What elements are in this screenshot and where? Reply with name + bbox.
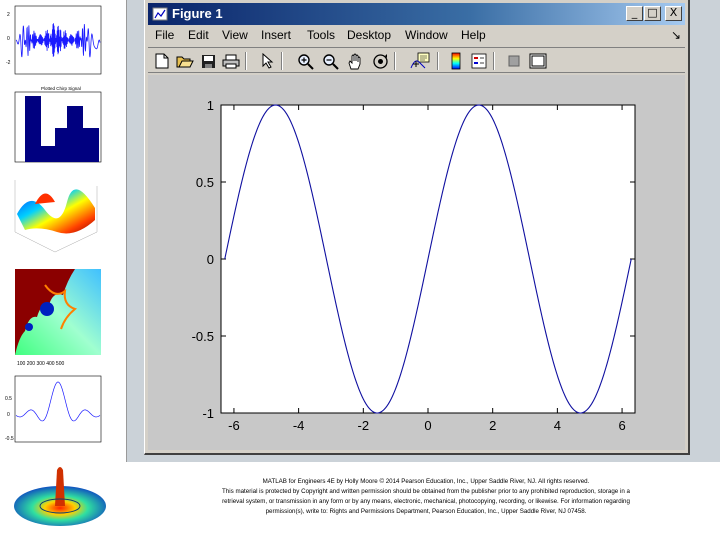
- figure-window: Figure 1 _ □ X File Edit View Insert Too…: [144, 0, 690, 455]
- thumbnail-3d-sombrero: [10, 462, 110, 532]
- save-icon[interactable]: [198, 51, 218, 71]
- thumbnail-fractal-image: 100 200 300 400 500: [5, 265, 105, 370]
- toolbar-separator: [493, 52, 495, 70]
- svg-text:0: 0: [7, 412, 10, 418]
- y-tick-label: -0.5: [192, 329, 214, 344]
- dock-figure-icon[interactable]: ↘: [671, 28, 681, 42]
- edit-plot-arrow-icon[interactable]: [258, 51, 278, 71]
- y-tick-label: 1: [207, 98, 214, 113]
- x-tick-label: -6: [228, 418, 240, 433]
- svg-text:100 200 300 400 500: 100 200 300 400 500: [17, 361, 64, 367]
- caption-line: MATLAB for Engineers 4E by Holly Moore ©…: [262, 478, 590, 485]
- insert-colorbar-icon[interactable]: [446, 51, 466, 71]
- menu-desktop[interactable]: Desktop: [347, 28, 391, 42]
- thumbnail-strip: 2 0 -2 Plotted Chirp Signal 100 200 300 …: [0, 0, 110, 540]
- maximize-button[interactable]: □: [644, 6, 661, 21]
- new-figure-icon[interactable]: [152, 51, 172, 71]
- svg-text:-0.5: -0.5: [5, 436, 14, 442]
- show-plot-tools-icon[interactable]: [528, 51, 548, 71]
- toolbar-separator: [394, 52, 396, 70]
- y-tick-label: 0.5: [196, 175, 214, 190]
- y-tick-label: -1: [202, 406, 214, 421]
- svg-text:-2: -2: [6, 60, 11, 66]
- toolbar-separator: [245, 52, 247, 70]
- thumbnail-bar-histogram: [5, 90, 105, 170]
- x-tick-label: -4: [293, 418, 305, 433]
- x-tick-label: -2: [358, 418, 370, 433]
- menu-file[interactable]: File: [155, 28, 174, 42]
- divider: [126, 0, 127, 462]
- window-title: Figure 1: [172, 6, 223, 21]
- thumbnail-signal-plot: 2 0 -2 Plotted Chirp Signal: [5, 4, 105, 92]
- menu-tools[interactable]: Tools: [307, 28, 335, 42]
- x-tick-label: 6: [618, 418, 625, 433]
- figure-canvas: -6 -4 -2 0 2 4 6 1 0.5 0 -0.5 -1: [148, 75, 685, 450]
- zoom-in-icon[interactable]: [295, 51, 315, 71]
- menu-edit[interactable]: Edit: [188, 28, 209, 42]
- caption-line: This material is protected by Copyright …: [222, 488, 630, 495]
- hide-plot-tools-icon[interactable]: [504, 51, 524, 71]
- menu-window[interactable]: Window: [405, 28, 448, 42]
- toolbar-separator: [437, 52, 439, 70]
- copyright-caption: MATLAB for Engineers 4E by Holly Moore ©…: [186, 477, 666, 517]
- toolbar-separator: [281, 52, 283, 70]
- figure-toolbar: [148, 47, 685, 73]
- title-bar[interactable]: Figure 1 _ □ X: [148, 3, 685, 25]
- svg-text:0: 0: [7, 36, 10, 42]
- y-tick-label: 0: [207, 252, 214, 267]
- zoom-out-icon[interactable]: [320, 51, 340, 71]
- insert-legend-icon[interactable]: [469, 51, 489, 71]
- pan-hand-icon[interactable]: [345, 51, 365, 71]
- caption-line: retrieval system, or transmission in any…: [222, 498, 630, 505]
- menu-bar: File Edit View Insert Tools Desktop Wind…: [148, 26, 685, 46]
- x-tick-label: 2: [489, 418, 496, 433]
- print-icon[interactable]: [221, 51, 241, 71]
- thumbnail-3d-surface: [5, 172, 105, 262]
- menu-insert[interactable]: Insert: [261, 28, 291, 42]
- caption-line: permission(s), write to: Rights and Perm…: [265, 508, 587, 515]
- data-cursor-icon[interactable]: [410, 51, 430, 71]
- minimize-button[interactable]: _: [626, 6, 643, 21]
- x-tick-label: 0: [424, 418, 431, 433]
- thumbnail-sinc-plot: 0.5 0 -0.5: [5, 374, 105, 454]
- matlab-figure-icon: [152, 7, 168, 21]
- open-file-icon[interactable]: [175, 51, 195, 71]
- menu-view[interactable]: View: [222, 28, 248, 42]
- close-button[interactable]: X: [665, 6, 682, 21]
- plot-area: -6 -4 -2 0 2 4 6 1 0.5 0 -0.5 -1: [192, 98, 636, 433]
- svg-text:0.5: 0.5: [5, 396, 12, 402]
- x-tick-label: 4: [554, 418, 561, 433]
- svg-text:2: 2: [7, 12, 10, 18]
- menu-help[interactable]: Help: [461, 28, 486, 42]
- rotate-3d-icon[interactable]: [370, 51, 390, 71]
